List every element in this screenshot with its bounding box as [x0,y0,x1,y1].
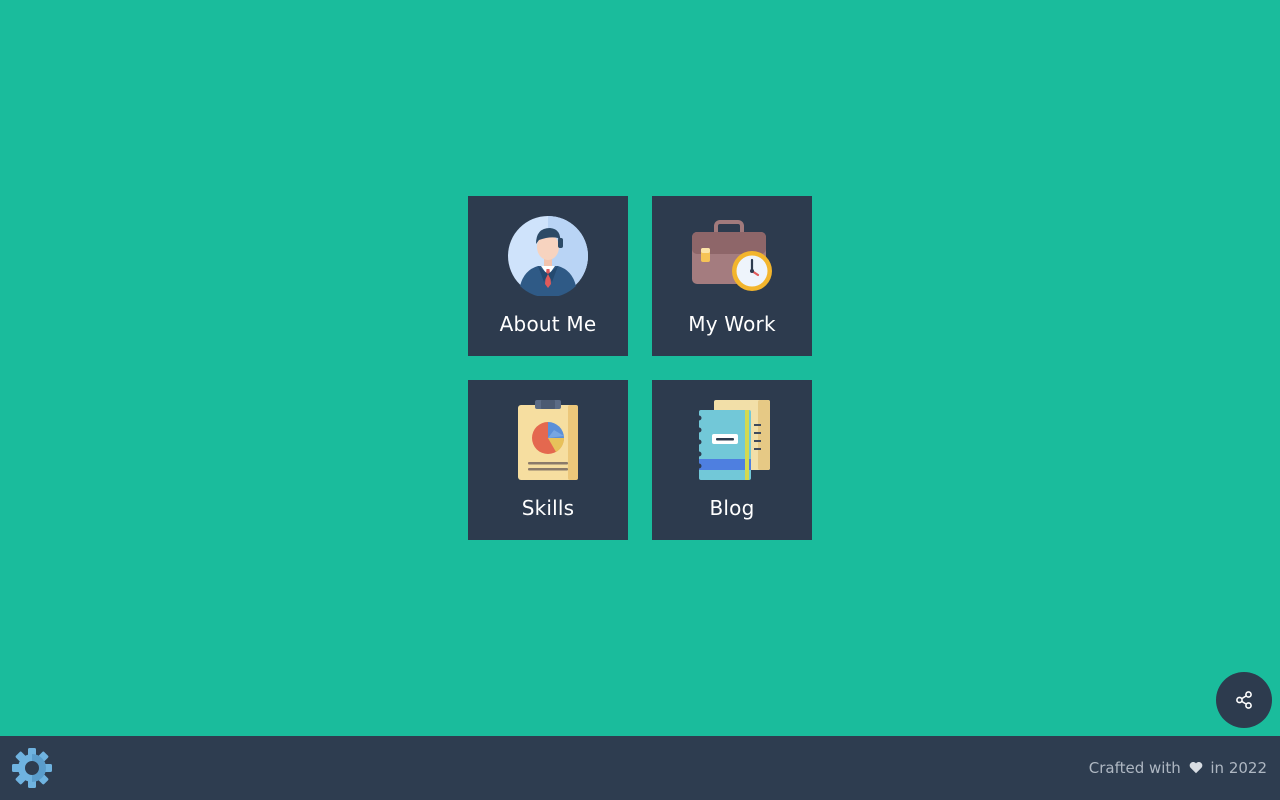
credit-suffix: in 2022 [1210,759,1267,777]
credit-prefix: Crafted with [1088,759,1181,777]
share-button[interactable] [1216,672,1272,728]
footer-bar: Crafted with in 2022 [0,736,1280,800]
skills-tile[interactable]: Skills [468,380,628,540]
settings-button[interactable] [12,748,52,788]
tile-label: Skills [521,496,575,520]
tile-label: My Work [688,312,776,336]
clipboard-pie-chart-icon [508,400,588,480]
tile-grid: About Me My Work Skills Blog [468,196,812,540]
main-stage: About Me My Work Skills Blog [0,0,1280,736]
share-icon [1234,690,1254,710]
blog-tile[interactable]: Blog [652,380,812,540]
about-me-tile[interactable]: About Me [468,196,628,356]
heart-icon [1189,759,1208,777]
tile-label: Blog [709,496,755,520]
notebook-icon [692,400,772,480]
footer-credit: Crafted with in 2022 [1089,758,1267,778]
briefcase-clock-icon [692,216,772,296]
businessman-avatar-icon [508,216,588,296]
tile-label: About Me [499,312,597,336]
my-work-tile[interactable]: My Work [652,196,812,356]
gear-icon [12,748,52,788]
